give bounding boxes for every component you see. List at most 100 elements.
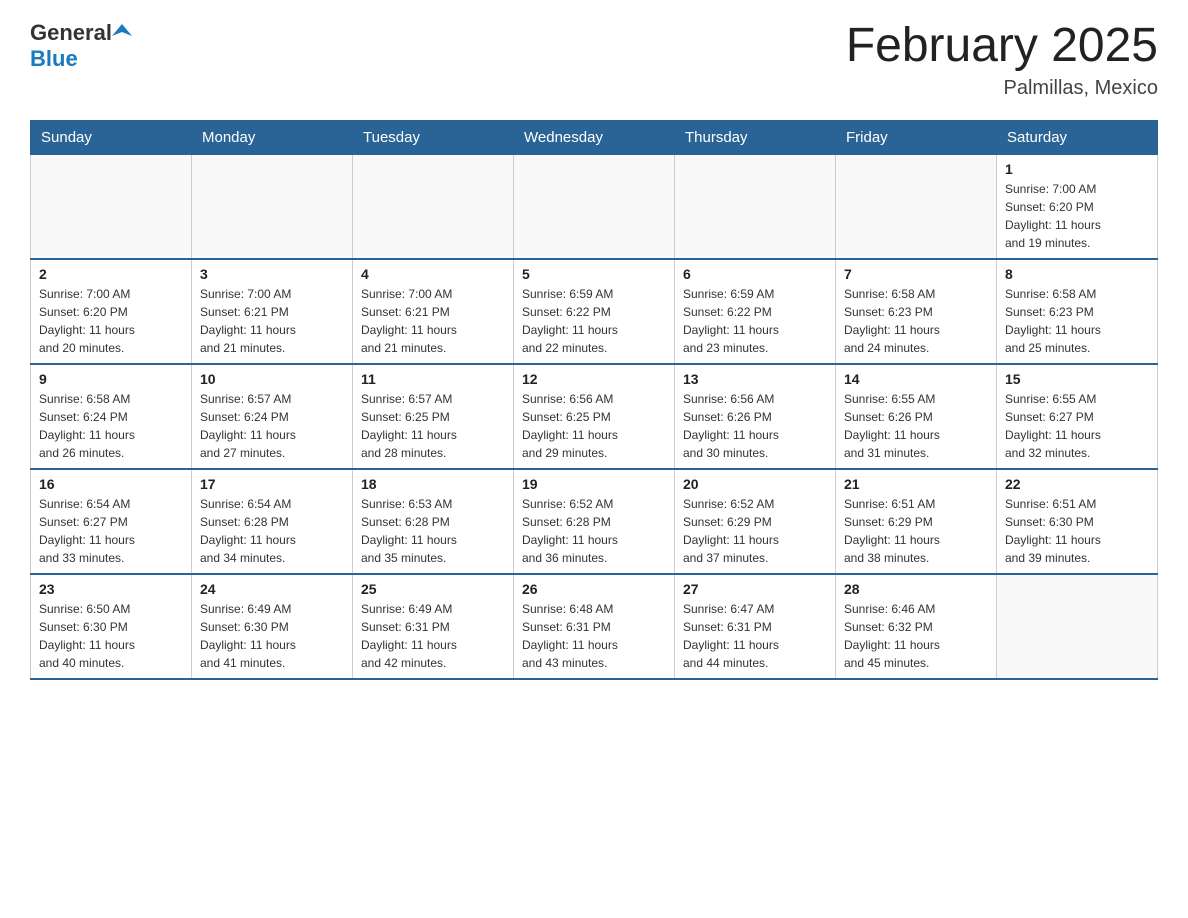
day-info: Sunrise: 6:48 AMSunset: 6:31 PMDaylight:… bbox=[522, 600, 666, 672]
calendar-cell: 16 Sunrise: 6:54 AMSunset: 6:27 PMDayligh… bbox=[31, 469, 192, 574]
calendar-cell: 25 Sunrise: 6:49 AMSunset: 6:31 PMDayligh… bbox=[353, 574, 514, 679]
day-number: 25 bbox=[361, 581, 505, 597]
calendar-cell: 6Sunrise: 6:59 AMSunset: 6:22 PMDaylight… bbox=[675, 259, 836, 364]
day-number: 5 bbox=[522, 266, 666, 282]
calendar-cell: 22Sunrise: 6:51 AMSunset: 6:30 PMDayligh… bbox=[997, 469, 1158, 574]
calendar-cell bbox=[675, 154, 836, 259]
header-tuesday: Tuesday bbox=[353, 120, 514, 154]
day-info: Sunrise: 6:49 AMSunset: 6:30 PMDaylight:… bbox=[200, 600, 344, 672]
day-number: 12 bbox=[522, 371, 666, 387]
week-row-3: 9 Sunrise: 6:58 AMSunset: 6:24 PMDaylight… bbox=[31, 364, 1158, 469]
calendar-cell bbox=[997, 574, 1158, 679]
week-row-4: 16 Sunrise: 6:54 AMSunset: 6:27 PMDayligh… bbox=[31, 469, 1158, 574]
day-info: Sunrise: 6:59 AMSunset: 6:22 PMDaylight:… bbox=[683, 285, 827, 357]
header-friday: Friday bbox=[836, 120, 997, 154]
day-number: 24 bbox=[200, 581, 344, 597]
day-info: Sunrise: 6:58 AMSunset: 6:24 PMDaylight:… bbox=[39, 390, 183, 462]
calendar-cell: 27Sunrise: 6:47 AMSunset: 6:31 PMDayligh… bbox=[675, 574, 836, 679]
day-info: Sunrise: 6:54 AMSunset: 6:28 PMDaylight:… bbox=[200, 495, 344, 567]
calendar-cell: 18 Sunrise: 6:53 AMSunset: 6:28 PMDayligh… bbox=[353, 469, 514, 574]
day-info: Sunrise: 6:55 AMSunset: 6:27 PMDaylight:… bbox=[1005, 390, 1149, 462]
header-wednesday: Wednesday bbox=[514, 120, 675, 154]
calendar-cell: 21 Sunrise: 6:51 AMSunset: 6:29 PMDayligh… bbox=[836, 469, 997, 574]
day-info: Sunrise: 6:56 AMSunset: 6:25 PMDaylight:… bbox=[522, 390, 666, 462]
calendar-table: SundayMondayTuesdayWednesdayThursdayFrid… bbox=[30, 120, 1158, 680]
day-number: 11 bbox=[361, 371, 505, 387]
logo-general-text: General bbox=[30, 20, 112, 46]
day-info: Sunrise: 6:59 AMSunset: 6:22 PMDaylight:… bbox=[522, 285, 666, 357]
calendar-cell bbox=[514, 154, 675, 259]
calendar-cell: 10 Sunrise: 6:57 AMSunset: 6:24 PMDayligh… bbox=[192, 364, 353, 469]
week-row-5: 23 Sunrise: 6:50 AMSunset: 6:30 PMDayligh… bbox=[31, 574, 1158, 679]
day-number: 14 bbox=[844, 371, 988, 387]
day-info: Sunrise: 7:00 AMSunset: 6:21 PMDaylight:… bbox=[200, 285, 344, 357]
day-number: 28 bbox=[844, 581, 988, 597]
calendar-cell: 26 Sunrise: 6:48 AMSunset: 6:31 PMDayligh… bbox=[514, 574, 675, 679]
day-number: 20 bbox=[683, 476, 827, 492]
day-number: 23 bbox=[39, 581, 183, 597]
day-info: Sunrise: 6:50 AMSunset: 6:30 PMDaylight:… bbox=[39, 600, 183, 672]
header-sunday: Sunday bbox=[31, 120, 192, 154]
header-saturday: Saturday bbox=[997, 120, 1158, 154]
day-number: 21 bbox=[844, 476, 988, 492]
day-number: 16 bbox=[39, 476, 183, 492]
logo-arrow-icon bbox=[112, 22, 134, 44]
day-number: 2 bbox=[39, 266, 183, 282]
day-number: 9 bbox=[39, 371, 183, 387]
logo-blue-text: Blue bbox=[30, 46, 78, 71]
page-header: General Blue February 2025 Palmillas, Me… bbox=[30, 20, 1158, 100]
day-info: Sunrise: 6:58 AMSunset: 6:23 PMDaylight:… bbox=[844, 285, 988, 357]
day-info: Sunrise: 6:58 AMSunset: 6:23 PMDaylight:… bbox=[1005, 285, 1149, 357]
weekday-header-row: SundayMondayTuesdayWednesdayThursdayFrid… bbox=[31, 120, 1158, 154]
calendar-header: SundayMondayTuesdayWednesdayThursdayFrid… bbox=[31, 120, 1158, 154]
logo: General Blue bbox=[30, 20, 134, 72]
calendar-cell: 24 Sunrise: 6:49 AMSunset: 6:30 PMDayligh… bbox=[192, 574, 353, 679]
day-info: Sunrise: 7:00 AMSunset: 6:20 PMDaylight:… bbox=[1005, 180, 1149, 252]
week-row-2: 2Sunrise: 7:00 AMSunset: 6:20 PMDaylight… bbox=[31, 259, 1158, 364]
day-info: Sunrise: 6:55 AMSunset: 6:26 PMDaylight:… bbox=[844, 390, 988, 462]
day-number: 1 bbox=[1005, 161, 1149, 177]
day-info: Sunrise: 6:57 AMSunset: 6:24 PMDaylight:… bbox=[200, 390, 344, 462]
calendar-cell: 7Sunrise: 6:58 AMSunset: 6:23 PMDaylight… bbox=[836, 259, 997, 364]
calendar-cell bbox=[836, 154, 997, 259]
day-number: 17 bbox=[200, 476, 344, 492]
calendar-cell: 20 Sunrise: 6:52 AMSunset: 6:29 PMDayligh… bbox=[675, 469, 836, 574]
day-number: 8 bbox=[1005, 266, 1149, 282]
calendar-cell: 23 Sunrise: 6:50 AMSunset: 6:30 PMDayligh… bbox=[31, 574, 192, 679]
calendar-cell: 4 Sunrise: 7:00 AMSunset: 6:21 PMDaylight… bbox=[353, 259, 514, 364]
day-number: 15 bbox=[1005, 371, 1149, 387]
day-info: Sunrise: 6:56 AMSunset: 6:26 PMDaylight:… bbox=[683, 390, 827, 462]
calendar-cell: 14 Sunrise: 6:55 AMSunset: 6:26 PMDayligh… bbox=[836, 364, 997, 469]
day-number: 13 bbox=[683, 371, 827, 387]
day-info: Sunrise: 6:49 AMSunset: 6:31 PMDaylight:… bbox=[361, 600, 505, 672]
day-info: Sunrise: 6:51 AMSunset: 6:29 PMDaylight:… bbox=[844, 495, 988, 567]
calendar-cell: 5 Sunrise: 6:59 AMSunset: 6:22 PMDaylight… bbox=[514, 259, 675, 364]
day-info: Sunrise: 6:53 AMSunset: 6:28 PMDaylight:… bbox=[361, 495, 505, 567]
day-info: Sunrise: 6:52 AMSunset: 6:28 PMDaylight:… bbox=[522, 495, 666, 567]
day-number: 10 bbox=[200, 371, 344, 387]
day-number: 18 bbox=[361, 476, 505, 492]
calendar-cell: 28 Sunrise: 6:46 AMSunset: 6:32 PMDayligh… bbox=[836, 574, 997, 679]
day-number: 27 bbox=[683, 581, 827, 597]
day-info: Sunrise: 6:54 AMSunset: 6:27 PMDaylight:… bbox=[39, 495, 183, 567]
day-info: Sunrise: 7:00 AMSunset: 6:21 PMDaylight:… bbox=[361, 285, 505, 357]
calendar-cell: 11 Sunrise: 6:57 AMSunset: 6:25 PMDayligh… bbox=[353, 364, 514, 469]
calendar-cell bbox=[353, 154, 514, 259]
day-number: 19 bbox=[522, 476, 666, 492]
day-number: 4 bbox=[361, 266, 505, 282]
day-number: 26 bbox=[522, 581, 666, 597]
header-thursday: Thursday bbox=[675, 120, 836, 154]
day-info: Sunrise: 6:52 AMSunset: 6:29 PMDaylight:… bbox=[683, 495, 827, 567]
day-info: Sunrise: 6:57 AMSunset: 6:25 PMDaylight:… bbox=[361, 390, 505, 462]
calendar-cell bbox=[192, 154, 353, 259]
day-info: Sunrise: 6:51 AMSunset: 6:30 PMDaylight:… bbox=[1005, 495, 1149, 567]
day-number: 3 bbox=[200, 266, 344, 282]
calendar-cell: 1 Sunrise: 7:00 AMSunset: 6:20 PMDaylight… bbox=[997, 154, 1158, 259]
calendar-body: 1 Sunrise: 7:00 AMSunset: 6:20 PMDaylight… bbox=[31, 154, 1158, 679]
calendar-cell: 9 Sunrise: 6:58 AMSunset: 6:24 PMDaylight… bbox=[31, 364, 192, 469]
calendar-cell: 13 Sunrise: 6:56 AMSunset: 6:26 PMDayligh… bbox=[675, 364, 836, 469]
week-row-1: 1 Sunrise: 7:00 AMSunset: 6:20 PMDaylight… bbox=[31, 154, 1158, 259]
title-area: February 2025 Palmillas, Mexico bbox=[846, 20, 1158, 100]
day-info: Sunrise: 6:46 AMSunset: 6:32 PMDaylight:… bbox=[844, 600, 988, 672]
calendar-cell: 19 Sunrise: 6:52 AMSunset: 6:28 PMDayligh… bbox=[514, 469, 675, 574]
